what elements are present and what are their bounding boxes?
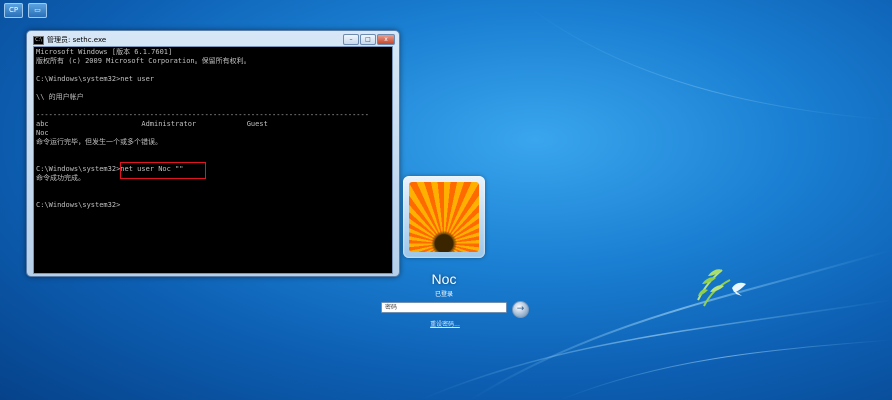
console-output[interactable]: Microsoft Windows [版本 6.1.7601] 版权所有 (c)… [33, 46, 393, 274]
console-divider: ----------------------------------------… [36, 111, 369, 119]
console-titlebar[interactable]: C:\ 管理员: sethc.exe [33, 34, 106, 46]
highlight-box [120, 162, 206, 179]
submit-arrow-button[interactable]: → [512, 301, 529, 318]
accessibility-button[interactable]: CP [4, 3, 23, 18]
flower-avatar-image [409, 182, 479, 252]
console-line: 版权所有 (c) 2009 Microsoft Corporation。保留所有… [36, 57, 251, 65]
console-line: 命令运行完毕，但发生一个或多个错误。 [36, 138, 162, 146]
console-app-icon: C:\ [33, 35, 44, 45]
console-prompt: C:\Windows\system32> [36, 201, 121, 209]
console-line: abc Administrator Guest [36, 120, 268, 128]
user-name: Noc [431, 271, 457, 287]
console-line: 命令成功完成。 [36, 174, 85, 182]
window-controls: – □ x [343, 34, 395, 45]
keyboard-icon[interactable]: ▭ [28, 3, 47, 18]
console-line: Noc [36, 129, 49, 137]
password-input[interactable]: 密码 [381, 302, 507, 313]
windows-logo-icon [697, 269, 746, 307]
maximize-button[interactable]: □ [360, 34, 376, 45]
close-button[interactable]: x [377, 34, 395, 45]
console-title: 管理员: sethc.exe [47, 36, 107, 44]
console-window[interactable]: C:\ 管理员: sethc.exe – □ x Microsoft Window… [26, 30, 400, 277]
user-avatar-frame [403, 176, 485, 258]
user-status: 已登录 [434, 291, 453, 298]
console-line: C:\Windows\system32>net user [36, 75, 155, 83]
console-line: \\ 的用户帐户 [36, 93, 84, 101]
console-line: Microsoft Windows [版本 6.1.7601] [36, 48, 173, 56]
reset-password-link[interactable]: 重设密码... [428, 319, 462, 328]
minimize-button[interactable]: – [343, 34, 359, 45]
